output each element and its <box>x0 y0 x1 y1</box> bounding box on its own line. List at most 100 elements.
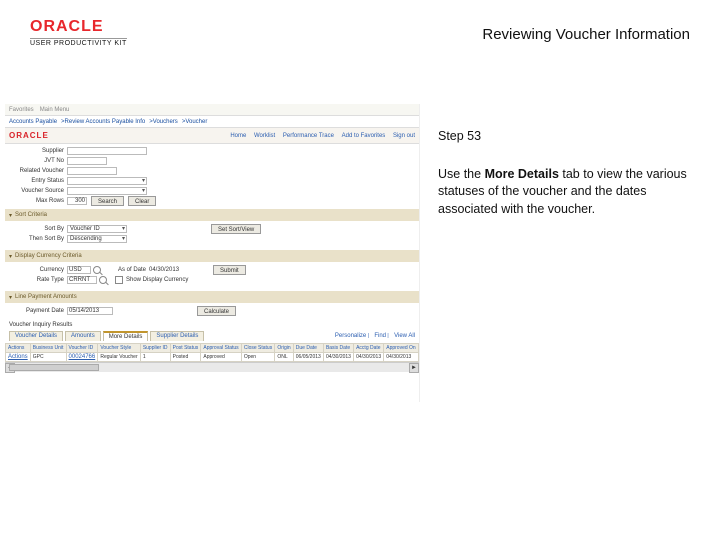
ratetype-label: Rate Type <box>9 277 67 283</box>
tab-supplier-details[interactable]: Supplier Details <box>150 331 204 341</box>
currency-section-header[interactable]: Display Currency Criteria <box>5 250 419 262</box>
jvt-input[interactable] <box>67 157 107 165</box>
asof-label: As of Date <box>101 267 149 273</box>
crumb-vouchers[interactable]: Vouchers <box>153 119 178 125</box>
tab-more-details[interactable]: More Details <box>103 331 149 341</box>
step-label: Step 53 <box>438 128 688 146</box>
line-section: Payment Date 05/14/2013 Calculate <box>5 303 419 319</box>
lookup-icon[interactable] <box>99 276 107 284</box>
sort-section-header[interactable]: Sort Criteria <box>5 209 419 221</box>
col-basisdate[interactable]: Basis Date <box>323 344 353 353</box>
cell-duedate: 06/05/2013 <box>293 353 323 362</box>
cell-acctgdate: 04/30/2013 <box>354 353 384 362</box>
sortby-label: Sort By <box>9 226 67 232</box>
clear-button[interactable]: Clear <box>128 196 156 206</box>
col-actions[interactable]: Actions <box>6 344 31 353</box>
source-label: Voucher Source <box>9 188 67 194</box>
meta-viewall[interactable]: View All <box>394 333 415 339</box>
col-supplierid[interactable]: Supplier ID <box>140 344 170 353</box>
col-poststatus[interactable]: Post Status <box>170 344 201 353</box>
source-select[interactable] <box>67 187 147 195</box>
ratetype-input[interactable]: CRRNT <box>67 276 97 284</box>
results-title-text: Voucher Inquiry Results <box>9 322 72 328</box>
nav-home[interactable]: Home <box>230 133 246 139</box>
sortby-select[interactable]: Voucher ID <box>67 225 127 233</box>
horizontal-scrollbar[interactable]: ◄ ► <box>5 362 419 372</box>
tab-voucher-details[interactable]: Voucher Details <box>9 331 63 341</box>
nav-perf[interactable]: Performance Trace <box>283 133 334 139</box>
results-meta: Personalize | Find | View All <box>331 333 415 339</box>
instruction-text: Use the More Details tab to view the var… <box>438 166 688 219</box>
brand-block: ORACLE USER PRODUCTIVITY KIT <box>30 18 127 47</box>
results-title: Voucher Inquiry Results <box>5 319 419 331</box>
row-actions-link[interactable]: Actions <box>8 354 28 360</box>
results-table: Actions Business Unit Voucher ID Voucher… <box>5 343 419 362</box>
oracle-logo: ORACLE <box>30 18 127 36</box>
cell-voucherid[interactable]: 00024766 <box>69 354 96 360</box>
table-header-row: Actions Business Unit Voucher ID Voucher… <box>6 344 419 353</box>
maxrows-input[interactable]: 300 <box>67 197 87 205</box>
status-select[interactable] <box>67 177 147 185</box>
scroll-right-arrow-icon[interactable]: ► <box>409 363 419 373</box>
upk-subtitle: USER PRODUCTIVITY KIT <box>30 38 127 47</box>
menu-main[interactable]: Main Menu <box>40 107 70 113</box>
cell-approvedon: 04/30/2013 <box>384 353 419 362</box>
jvt-label: JVT No <box>9 158 67 164</box>
col-voucherid[interactable]: Voucher ID <box>66 344 98 353</box>
results-tabs: Voucher Details Amounts More Details Sup… <box>5 331 208 341</box>
asof-value: 04/30/2013 <box>149 267 179 273</box>
cell-supplierid: 1 <box>140 353 170 362</box>
calculate-button[interactable]: Calculate <box>197 306 236 316</box>
related-label: Related Voucher <box>9 168 67 174</box>
meta-find[interactable]: Find <box>374 333 386 339</box>
line-section-header[interactable]: Line Payment Amounts <box>5 291 419 303</box>
col-approval[interactable]: Approval Status <box>201 344 241 353</box>
results-tabs-row: Voucher Details Amounts More Details Sup… <box>5 331 419 341</box>
crumb-voucher[interactable]: Voucher <box>185 119 207 125</box>
crumb-ap[interactable]: Accounts Payable <box>9 119 57 125</box>
instruction-panel: Step 53 Use the More Details tab to view… <box>438 128 688 218</box>
top-menu-bar: Favorites Main Menu <box>5 104 419 116</box>
status-label: Entry Status <box>9 178 67 184</box>
nav-worklist[interactable]: Worklist <box>254 133 275 139</box>
lookup-icon[interactable] <box>93 266 101 274</box>
col-close[interactable]: Close Status <box>241 344 275 353</box>
col-approvedon[interactable]: Approved On <box>384 344 419 353</box>
related-input[interactable] <box>67 167 117 175</box>
show-currency-label: Show Display Currency <box>126 277 188 283</box>
cell-origin: ONL <box>275 353 293 362</box>
nav-links: Home Worklist Performance Trace Add to F… <box>224 133 415 139</box>
search-form: Supplier JVT No Related Voucher Entry St… <box>5 144 419 206</box>
supplier-input[interactable] <box>67 147 147 155</box>
col-style[interactable]: Voucher Style <box>98 344 140 353</box>
nav-fav[interactable]: Add to Favorites <box>342 133 386 139</box>
setsort-button[interactable]: Set Sort/View <box>211 224 261 234</box>
thensort-label: Then Sort By <box>9 236 67 242</box>
show-currency-checkbox[interactable] <box>115 276 123 284</box>
page-title: Reviewing Voucher Information <box>482 26 690 43</box>
meta-personalize[interactable]: Personalize <box>335 333 366 339</box>
currency-section: Currency USD As of Date 04/30/2013 Submi… <box>5 262 419 288</box>
currency-label: Currency <box>9 267 67 273</box>
table-row: Actions GPC 00024766 Regular Voucher 1 P… <box>6 353 419 362</box>
scroll-thumb[interactable] <box>9 364 99 371</box>
crumb-review[interactable]: Review Accounts Payable Info <box>65 119 146 125</box>
search-button[interactable]: Search <box>91 196 124 206</box>
col-acctgdate[interactable]: Acctg Date <box>354 344 384 353</box>
cell-basisdate: 04/30/2013 <box>323 353 353 362</box>
brand-nav-bar: ORACLE Home Worklist Performance Trace A… <box>5 128 419 144</box>
nav-signout[interactable]: Sign out <box>393 133 415 139</box>
submit-button[interactable]: Submit <box>213 265 246 275</box>
paymentdate-input[interactable]: 05/14/2013 <box>67 307 113 315</box>
col-origin[interactable]: Origin <box>275 344 293 353</box>
cell-close: Open <box>241 353 275 362</box>
col-duedate[interactable]: Due Date <box>293 344 323 353</box>
cell-bu: GPC <box>30 353 66 362</box>
col-bu[interactable]: Business Unit <box>30 344 66 353</box>
thensort-select[interactable]: Descending <box>67 235 127 243</box>
cell-approval: Approved <box>201 353 241 362</box>
currency-input[interactable]: USD <box>67 266 91 274</box>
menu-favorites[interactable]: Favorites <box>9 107 34 113</box>
supplier-label: Supplier <box>9 148 67 154</box>
tab-amounts[interactable]: Amounts <box>65 331 101 341</box>
